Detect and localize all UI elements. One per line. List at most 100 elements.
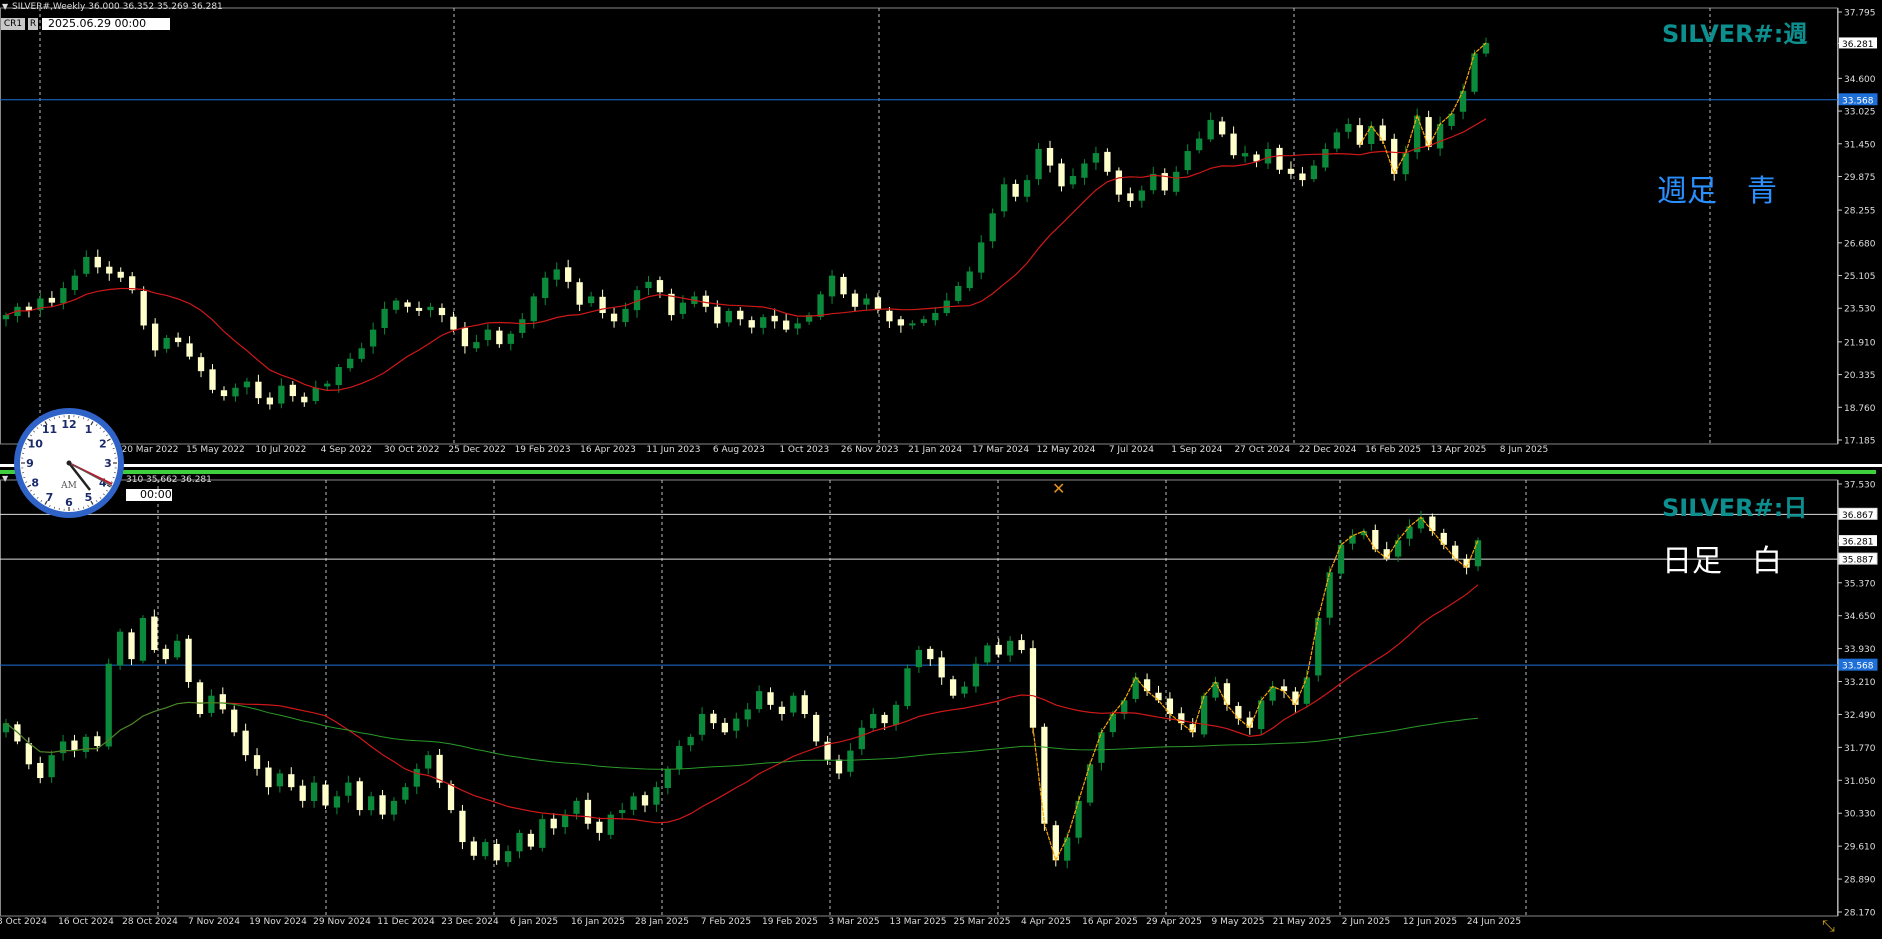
weekly-candle-body	[266, 397, 274, 405]
weekly-candle-body	[1196, 138, 1203, 151]
weekly-candle-body	[1264, 148, 1272, 164]
daily-candle-body	[550, 818, 557, 829]
weekly-candle-body	[1173, 171, 1180, 192]
crosshair-tool-icon: ✕	[1052, 479, 1065, 498]
daily-price-label: 31.770	[1844, 744, 1876, 754]
clock-number: 2	[99, 438, 107, 451]
weekly-candle-body	[255, 381, 262, 399]
daily-date-label: 11 Dec 2024	[377, 917, 435, 927]
weekly-date-label: 27 Oct 2024	[1234, 445, 1290, 455]
bottom-symbol-header: 310 35.662 36.281	[126, 475, 212, 485]
daily-price-label: 29.610	[1844, 843, 1876, 853]
weekly-zigzag-line	[1359, 42, 1487, 176]
weekly-date-label: 12 May 2024	[1037, 445, 1096, 455]
bottom-symbol-label: SILVER#:日	[1662, 494, 1808, 522]
clock-am-label: AM	[60, 481, 77, 491]
weekly-candle-body	[163, 337, 170, 349]
daily-candle-body	[162, 648, 169, 660]
weekly-candle-body	[519, 319, 526, 333]
weekly-candle-body	[48, 297, 56, 303]
daily-candle-body	[208, 695, 215, 713]
weekly-candle-body	[989, 213, 996, 242]
weekly-date-label: 6 Aug 2023	[713, 445, 765, 455]
weekly-candle-body	[484, 329, 492, 341]
weekly-candle-body	[186, 343, 193, 357]
weekly-price-label: 28.255	[1844, 207, 1876, 217]
daily-candle-body	[196, 682, 204, 715]
daily-candle-body	[48, 755, 55, 778]
collapse-arrow-icon[interactable]: ▼	[2, 2, 8, 11]
daily-candle-body	[596, 821, 603, 833]
daily-candle-body	[482, 842, 489, 857]
daily-candle-body	[71, 740, 78, 751]
weekly-candle-body	[610, 313, 618, 322]
daily-price-label: 32.490	[1844, 711, 1876, 721]
weekly-candle-body	[1391, 138, 1398, 174]
daily-candle-body	[390, 800, 398, 815]
daily-candle-body	[1406, 526, 1413, 539]
daily-support-hline-tag-label: 33.568	[1842, 662, 1874, 672]
daily-candle-body	[972, 663, 980, 687]
weekly-candle-body	[794, 323, 801, 329]
weekly-candle-body	[1092, 153, 1100, 163]
top-datetime-field[interactable]: 2025.06.29 00:00	[42, 18, 170, 30]
daily-date-label: 19 Nov 2024	[249, 917, 307, 927]
weekly-price-label: 34.600	[1844, 75, 1876, 85]
weekly-price-label: 17.185	[1844, 437, 1876, 447]
daily-zigzag-line	[1032, 516, 1479, 862]
weekly-date-label: 26 Nov 2023	[841, 445, 899, 455]
daily-candle-body	[710, 713, 717, 724]
daily-candle-body	[630, 796, 637, 810]
daily-candle-body	[995, 644, 1002, 655]
daily-candle-body	[265, 767, 272, 788]
weekly-candle-body	[1345, 124, 1352, 132]
daily-candle-body	[1109, 714, 1116, 733]
weekly-candle-body	[1138, 190, 1145, 201]
daily-candle-body	[835, 759, 843, 774]
daily-pane: 37.530 36.867 36.281 35.887 35.370 34.650 33.9…	[0, 479, 1878, 927]
weekly-candle-body	[1448, 113, 1455, 126]
daily-candle-body	[892, 704, 900, 725]
chart-canvas: 37.795 36.281 34.600 33.568 33.025 31.450 29.8…	[0, 7, 1882, 927]
bottom-datetime-field[interactable]: 00:00	[126, 489, 172, 501]
daily-candle-body	[984, 645, 991, 663]
weekly-candle-body	[415, 307, 423, 311]
weekly-candle-body	[1023, 180, 1031, 197]
daily-candle-body	[561, 814, 569, 828]
weekly-candle-body	[83, 256, 90, 274]
top-cr-button[interactable]: CR1	[1, 18, 25, 30]
clock-number: 8	[31, 477, 39, 490]
daily-candle-body	[105, 663, 112, 747]
daily-candle-body	[368, 796, 375, 811]
weekly-price-label: 29.875	[1844, 173, 1876, 183]
weekly-candle-body	[1127, 193, 1134, 201]
daily-date-label: 3 Mar 2025	[828, 917, 879, 927]
weekly-date-label: 10 Jul 2022	[255, 445, 306, 455]
weekly-candle-body	[324, 383, 331, 387]
weekly-candle-body	[874, 297, 882, 309]
weekly-candle-body	[1459, 90, 1467, 112]
bottom-collapse-arrow-icon[interactable]: ▼	[2, 474, 8, 483]
weekly-candle-body	[94, 256, 101, 268]
weekly-candle-body	[427, 306, 434, 311]
weekly-candle-body	[932, 313, 939, 321]
daily-date-label: 7 Feb 2025	[701, 917, 751, 927]
weekly-candle-body	[725, 310, 732, 323]
weekly-candle-body	[71, 275, 78, 291]
weekly-candle-body	[576, 282, 583, 305]
daily-date-label: 29 Nov 2024	[313, 917, 371, 927]
daily-candle-body	[870, 714, 877, 729]
weekly-candle-body	[1322, 148, 1329, 168]
daily-date-label: 13 Mar 2025	[889, 917, 946, 927]
weekly-candle-body	[1218, 121, 1226, 135]
daily-candle-body	[539, 819, 546, 848]
weekly-candle-body	[955, 286, 962, 301]
weekly-pane: 37.795 36.281 34.600 33.568 33.025 31.450 29.8…	[0, 7, 1878, 455]
top-r-button[interactable]: R	[28, 18, 38, 30]
daily-candle-body	[744, 709, 751, 720]
daily-candle-body	[516, 832, 523, 852]
daily-candle-body	[356, 781, 363, 811]
daily-price-label: 35.370	[1844, 579, 1876, 589]
resize-grip-icon[interactable]: ⤡	[1822, 916, 1850, 936]
analog-clock-widget[interactable]: 12 1 2 3 4 5 6 7 8 9 10 11 AM	[12, 406, 126, 520]
